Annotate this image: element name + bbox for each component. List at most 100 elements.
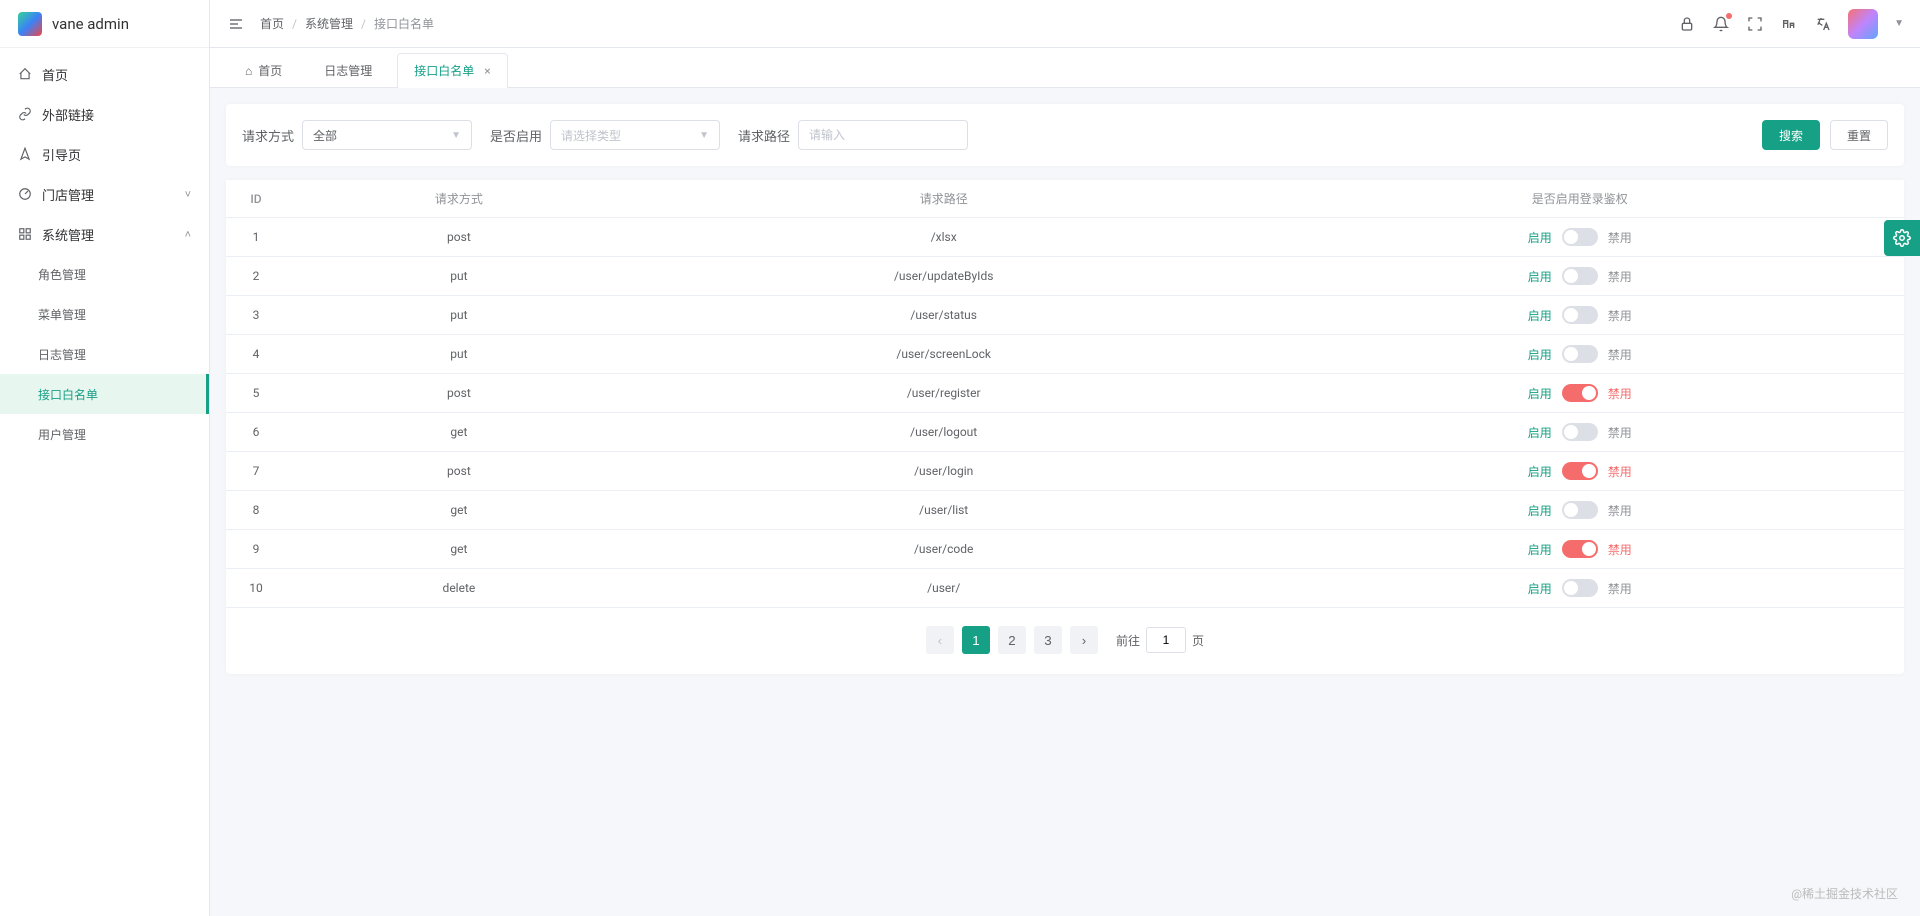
cell-method: post — [286, 218, 632, 257]
toggle-switch[interactable] — [1562, 540, 1598, 558]
filter-path-input[interactable] — [809, 128, 957, 142]
breadcrumb-separator: / — [292, 17, 297, 31]
toggle-on-label: 启用 — [1528, 463, 1552, 480]
breadcrumb-item[interactable]: 系统管理 — [305, 15, 353, 32]
sidebar-item-label: 首页 — [42, 65, 68, 84]
toggle-switch[interactable] — [1562, 579, 1598, 597]
sidebar-subitem-label: 接口白名单 — [38, 386, 98, 403]
breadcrumb-item[interactable]: 首页 — [260, 15, 284, 32]
filter-path-label: 请求路径 — [738, 126, 790, 145]
table-panel: ID请求方式请求路径是否启用登录鉴权 1 post /xlsx 启用 禁用 2 … — [226, 180, 1904, 674]
tabs: ⌂ 首页 日志管理 接口白名单 × — [210, 48, 1920, 88]
logo-icon — [18, 12, 42, 36]
chevron-down-icon: ▼ — [699, 130, 709, 141]
cell-toggle: 启用 禁用 — [1256, 569, 1904, 608]
main: 首页/系统管理/接口白名单 ▼ ⌂首页日志管理接口白名单× 请求方式 全部 — [210, 0, 1920, 916]
language-icon[interactable] — [1814, 15, 1832, 33]
sidebar-item[interactable]: 首页 — [0, 54, 209, 94]
cell-id: 8 — [226, 491, 286, 530]
logo-bar: vane admin — [0, 0, 209, 48]
toggle-switch[interactable] — [1562, 423, 1598, 441]
toggle-switch[interactable] — [1562, 501, 1598, 519]
sidebar-subitem[interactable]: 用户管理 — [0, 414, 209, 454]
cell-path: /user/updateByIds — [632, 257, 1256, 296]
sidebar-subitem-label: 用户管理 — [38, 426, 86, 443]
cell-id: 6 — [226, 413, 286, 452]
home-icon: ⌂ — [245, 64, 252, 78]
toggle-switch[interactable] — [1562, 345, 1598, 363]
cell-path: /user/login — [632, 452, 1256, 491]
chevron-down-icon: ˅ — [185, 188, 191, 201]
avatar-dropdown-icon[interactable]: ▼ — [1894, 18, 1904, 29]
sidebar-item[interactable]: 系统管理˄ — [0, 214, 209, 254]
filter-method-select[interactable]: 全部 ▼ — [302, 120, 472, 150]
toggle-off-label: 禁用 — [1608, 307, 1632, 324]
sidebar-subitem-label: 菜单管理 — [38, 306, 86, 323]
pagination-page[interactable]: 1 — [962, 626, 990, 654]
filter-path-input-wrap — [798, 120, 968, 150]
tab[interactable]: 接口白名单 × — [397, 53, 507, 87]
lock-icon[interactable] — [1678, 15, 1696, 33]
filter-enable-select[interactable]: 请选择类型 ▼ — [550, 120, 720, 150]
cell-path: /xlsx — [632, 218, 1256, 257]
bell-icon[interactable] — [1712, 15, 1730, 33]
data-table: ID请求方式请求路径是否启用登录鉴权 1 post /xlsx 启用 禁用 2 … — [226, 180, 1904, 608]
pagination-next[interactable]: › — [1070, 626, 1098, 654]
sidebar-subitem[interactable]: 接口白名单 — [0, 374, 209, 414]
cell-path: /user/register — [632, 374, 1256, 413]
search-button[interactable]: 搜索 — [1762, 120, 1820, 150]
tab[interactable]: 日志管理 — [307, 53, 389, 87]
table-row: 2 put /user/updateByIds 启用 禁用 — [226, 257, 1904, 296]
close-icon[interactable]: × — [484, 64, 490, 78]
pagination-jump-prefix: 前往 — [1116, 632, 1140, 649]
tab-label: 首页 — [258, 62, 282, 79]
table-row: 4 put /user/screenLock 启用 禁用 — [226, 335, 1904, 374]
tab-label: 日志管理 — [324, 62, 372, 79]
sidebar-menu: 首页外部链接引导页门店管理˅系统管理˄角色管理菜单管理日志管理接口白名单用户管理 — [0, 48, 209, 454]
tab[interactable]: ⌂ 首页 — [228, 53, 299, 87]
pagination-page[interactable]: 3 — [1034, 626, 1062, 654]
sidebar-collapse-button[interactable] — [226, 14, 246, 34]
cell-method: delete — [286, 569, 632, 608]
font-size-icon[interactable] — [1780, 15, 1798, 33]
cell-method: post — [286, 452, 632, 491]
toggle-switch[interactable] — [1562, 384, 1598, 402]
sidebar-subitem[interactable]: 日志管理 — [0, 334, 209, 374]
toggle-off-label: 禁用 — [1608, 268, 1632, 285]
sidebar-item[interactable]: 引导页 — [0, 134, 209, 174]
pagination-jump-input[interactable] — [1146, 627, 1186, 653]
reset-button[interactable]: 重置 — [1830, 120, 1888, 150]
pagination-prev[interactable]: ‹ — [926, 626, 954, 654]
filter-method-value: 全部 — [313, 127, 337, 144]
avatar[interactable] — [1848, 9, 1878, 39]
cell-id: 4 — [226, 335, 286, 374]
fullscreen-icon[interactable] — [1746, 15, 1764, 33]
tab-label: 接口白名单 — [414, 62, 474, 79]
sidebar-item[interactable]: 外部链接 — [0, 94, 209, 134]
breadcrumb-item: 接口白名单 — [374, 15, 434, 32]
sidebar-subitem[interactable]: 菜单管理 — [0, 294, 209, 334]
chevron-down-icon: ▼ — [451, 130, 461, 141]
pagination-page[interactable]: 2 — [998, 626, 1026, 654]
sidebar-item[interactable]: 门店管理˅ — [0, 174, 209, 214]
sidebar: vane admin 首页外部链接引导页门店管理˅系统管理˄角色管理菜单管理日志… — [0, 0, 210, 916]
sidebar-subitem[interactable]: 角色管理 — [0, 254, 209, 294]
table-row: 8 get /user/list 启用 禁用 — [226, 491, 1904, 530]
compass-icon — [18, 147, 32, 161]
table-row: 10 delete /user/ 启用 禁用 — [226, 569, 1904, 608]
toggle-switch[interactable] — [1562, 462, 1598, 480]
cell-toggle: 启用 禁用 — [1256, 530, 1904, 569]
topbar: 首页 / 系统管理 / 接口白名单 ▼ — [210, 0, 1920, 48]
filter-enable-label: 是否启用 — [490, 126, 542, 145]
filter-panel: 请求方式 全部 ▼ 是否启用 请选择类型 ▼ 请 — [226, 104, 1904, 166]
watermark: @稀土掘金技术社区 — [1791, 885, 1898, 902]
toggle-switch[interactable] — [1562, 306, 1598, 324]
toggle-switch[interactable] — [1562, 267, 1598, 285]
table-row: 3 put /user/status 启用 禁用 — [226, 296, 1904, 335]
toggle-switch[interactable] — [1562, 228, 1598, 246]
table-header-cell: 请求方式 — [286, 180, 632, 218]
filter-enable: 是否启用 请选择类型 ▼ — [490, 120, 720, 150]
settings-gear-button[interactable] — [1884, 220, 1920, 256]
breadcrumb-separator: / — [361, 17, 366, 31]
notification-dot — [1726, 13, 1732, 19]
